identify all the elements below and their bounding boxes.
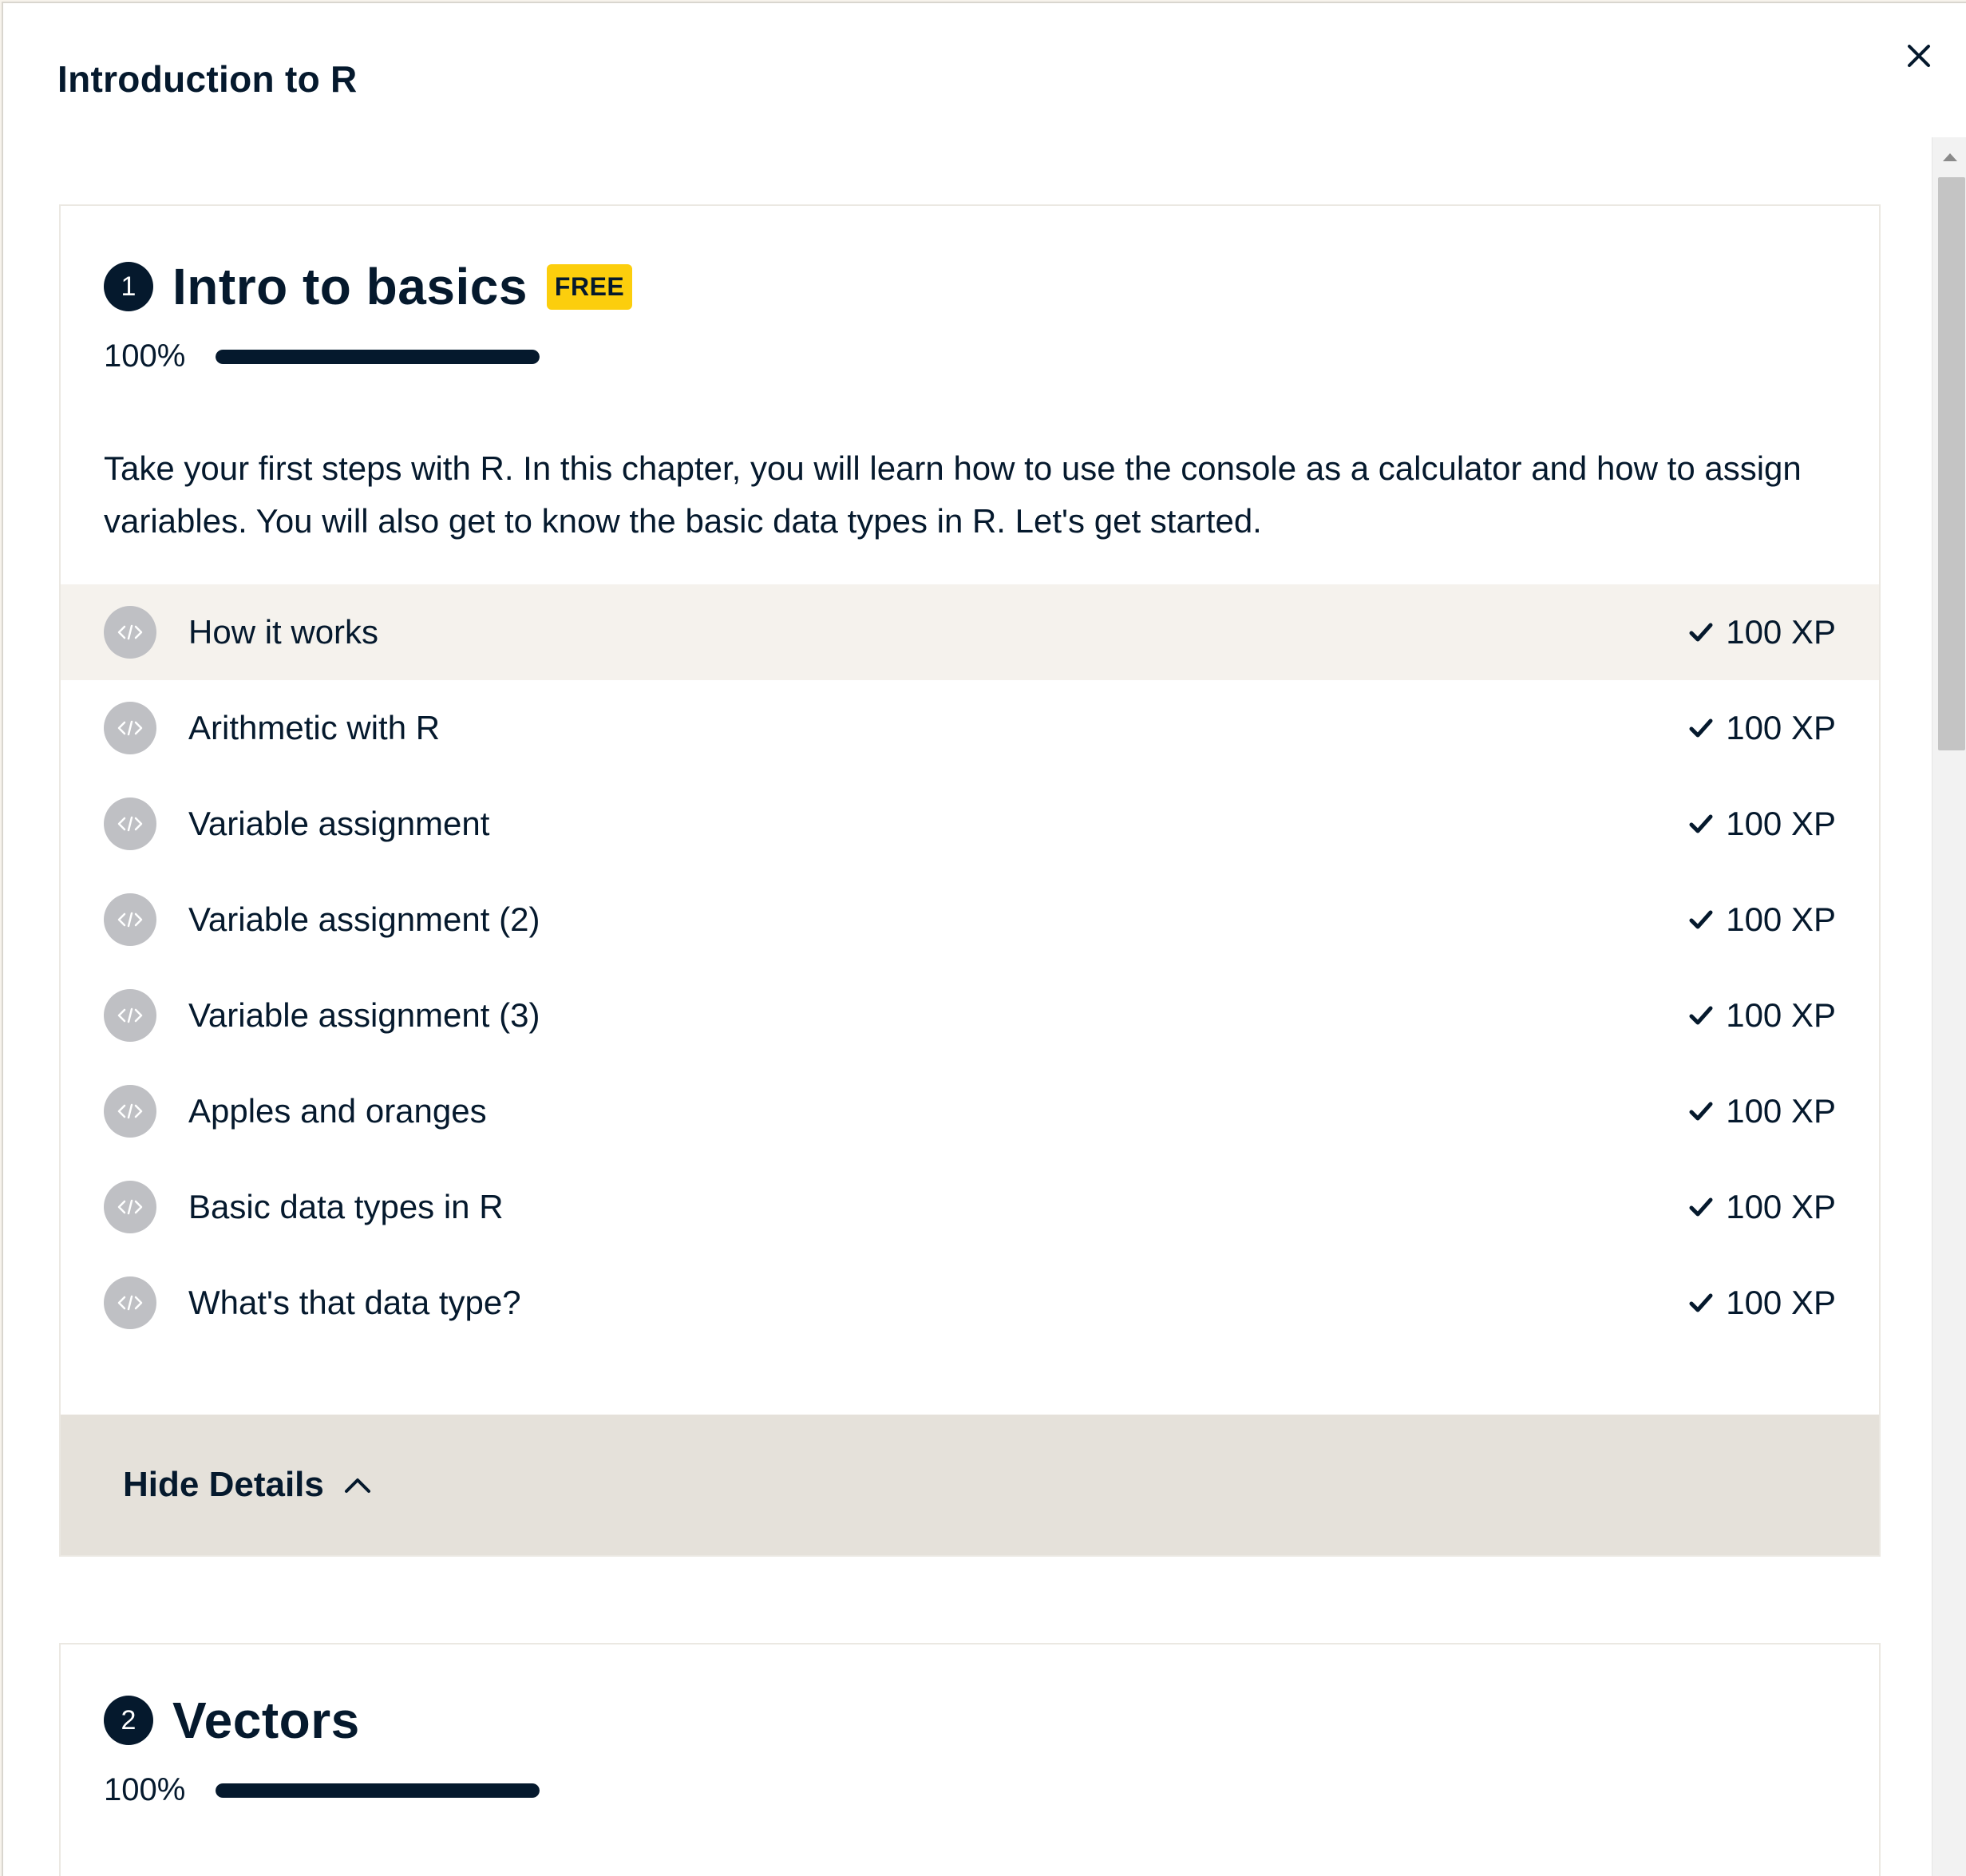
progress-bar (216, 349, 540, 364)
exercise-name: How it works (188, 613, 379, 651)
exercise-xp-label: 100 XP (1726, 900, 1836, 938)
exercise-row[interactable]: Basic data types in R 100 XP (61, 1159, 1879, 1255)
exercise-xp: 100 XP (1687, 1284, 1836, 1322)
close-icon (1908, 45, 1930, 67)
scrollbar[interactable] (1932, 137, 1966, 1876)
chapter-header: 1 Intro to basics FREE (104, 257, 633, 316)
checkmark-icon (1689, 1102, 1713, 1121)
free-badge: FREE (546, 263, 633, 310)
chapter-card-intro-to-basics: 1 Intro to basics FREE 100% Take your fi… (59, 204, 1881, 1557)
chapter-header: 2 Vectors (104, 1691, 360, 1750)
chevron-up-icon (344, 1478, 370, 1493)
code-icon (104, 702, 156, 754)
modal-title: Introduction to R (57, 58, 358, 100)
exercise-name: Variable assignment (2) (188, 900, 540, 938)
chapter-number: 1 (104, 262, 153, 311)
exercise-xp-label: 100 XP (1726, 1188, 1836, 1225)
exercise-xp: 100 XP (1687, 613, 1836, 651)
exercise-name: What's that data type? (188, 1284, 521, 1321)
exercise-row[interactable]: Apples and oranges 100 XP (61, 1063, 1879, 1159)
progress-bar-fill (216, 1783, 540, 1798)
exercise-xp-label: 100 XP (1726, 1092, 1836, 1130)
exercise-xp: 100 XP (1687, 1188, 1836, 1226)
code-icon (104, 989, 156, 1042)
scrollbar-thumb[interactable] (1938, 177, 1965, 750)
exercise-xp: 100 XP (1687, 1092, 1836, 1130)
checkmark-icon (1689, 1006, 1713, 1025)
chapter-number: 2 (104, 1696, 153, 1745)
hide-details-button[interactable]: Hide Details (61, 1415, 1879, 1555)
exercise-name: Variable assignment (3) (188, 996, 540, 1034)
scroll-up-arrow-icon[interactable] (1943, 153, 1957, 161)
exercise-row[interactable]: Arithmetic with R 100 XP (61, 680, 1879, 776)
hide-details-label: Hide Details (123, 1465, 324, 1504)
exercise-xp: 100 XP (1687, 709, 1836, 747)
code-icon (104, 1085, 156, 1138)
exercise-xp-label: 100 XP (1726, 805, 1836, 842)
close-button[interactable] (1895, 32, 1943, 80)
progress-bar (216, 1783, 540, 1798)
exercise-xp-label: 100 XP (1726, 613, 1836, 651)
checkmark-icon (1689, 1293, 1713, 1312)
exercise-name: Basic data types in R (188, 1188, 504, 1225)
chapter-progress: 100% (104, 338, 540, 374)
checkmark-icon (1689, 814, 1713, 833)
checkmark-icon (1689, 623, 1713, 642)
exercise-xp-label: 100 XP (1726, 1284, 1836, 1321)
code-icon (104, 1276, 156, 1329)
checkmark-icon (1689, 910, 1713, 929)
exercise-xp-label: 100 XP (1726, 709, 1836, 746)
exercise-name: Apples and oranges (188, 1092, 487, 1130)
exercise-row[interactable]: What's that data type? 100 XP (61, 1255, 1879, 1351)
code-icon (104, 606, 156, 659)
exercise-xp: 100 XP (1687, 805, 1836, 843)
code-icon (104, 1181, 156, 1233)
progress-percent: 100% (104, 338, 186, 374)
exercise-list: How it works 100 XP Arithmetic with R 100 X… (61, 584, 1879, 1351)
progress-bar-fill (216, 349, 540, 364)
exercise-row[interactable]: How it works 100 XP (61, 584, 1879, 680)
exercise-row[interactable]: Variable assignment 100 XP (61, 776, 1879, 872)
chapter-card-vectors: 2 Vectors 100% (59, 1643, 1881, 1876)
exercise-row[interactable]: Variable assignment (2) 100 XP (61, 872, 1879, 968)
chapter-title: Intro to basics (172, 258, 528, 315)
exercise-row[interactable]: Variable assignment (3) 100 XP (61, 968, 1879, 1063)
code-icon (104, 797, 156, 850)
exercise-xp-label: 100 XP (1726, 996, 1836, 1034)
exercise-name: Variable assignment (188, 805, 490, 842)
exercise-xp: 100 XP (1687, 900, 1836, 939)
chapter-title: Vectors (172, 1692, 360, 1749)
code-icon (104, 893, 156, 946)
progress-percent: 100% (104, 1772, 186, 1807)
checkmark-icon (1689, 718, 1713, 738)
exercise-name: Arithmetic with R (188, 709, 441, 746)
exercise-xp: 100 XP (1687, 996, 1836, 1035)
checkmark-icon (1689, 1197, 1713, 1217)
course-outline-modal: Introduction to R 1 Intro to basics FREE… (2, 2, 1966, 1876)
chapter-progress: 100% (104, 1772, 540, 1808)
chapter-description: Take your first steps with R. In this ch… (104, 449, 1802, 540)
